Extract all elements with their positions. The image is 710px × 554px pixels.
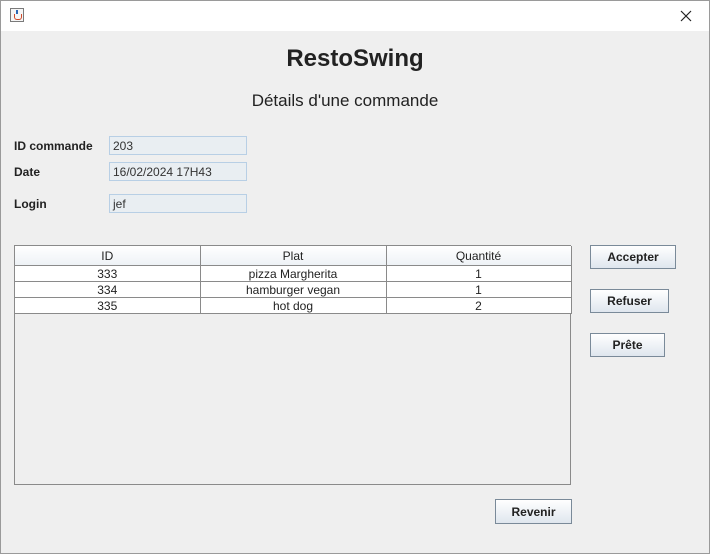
cell-id: 334 bbox=[15, 281, 201, 298]
table-row[interactable]: 333 pizza Margherita 1 bbox=[15, 265, 572, 282]
column-header-plat[interactable]: Plat bbox=[200, 246, 387, 266]
date-field[interactable]: 16/02/2024 17H43 bbox=[109, 162, 247, 181]
page-subtitle: Détails d'une commande bbox=[251, 91, 439, 110]
refuse-button[interactable]: Refuser bbox=[590, 289, 669, 313]
cell-plat: pizza Margherita bbox=[199, 265, 387, 282]
order-items-table[interactable]: ID Plat Quantité 333 pizza Margherita 1 … bbox=[14, 245, 572, 485]
date-label: Date bbox=[14, 165, 41, 179]
column-header-id[interactable]: ID bbox=[15, 246, 201, 266]
back-button[interactable]: Revenir bbox=[495, 499, 572, 524]
login-label: Login bbox=[14, 197, 47, 211]
app-title: RestoSwing bbox=[286, 45, 424, 72]
ready-button[interactable]: Prête bbox=[590, 333, 665, 357]
java-cup-icon bbox=[10, 8, 24, 22]
column-header-quantite[interactable]: Quantité bbox=[386, 246, 572, 266]
cell-plat: hamburger vegan bbox=[199, 281, 387, 298]
table-row[interactable]: 334 hamburger vegan 1 bbox=[15, 281, 572, 298]
cell-quantite: 1 bbox=[385, 265, 572, 282]
table-header-row: ID Plat Quantité bbox=[15, 246, 572, 266]
cell-id: 333 bbox=[15, 265, 201, 282]
title-bar bbox=[1, 1, 709, 31]
cell-id: 335 bbox=[15, 297, 201, 314]
table-row[interactable]: 335 hot dog 2 bbox=[15, 297, 572, 314]
accept-button[interactable]: Accepter bbox=[590, 245, 676, 269]
cell-plat: hot dog bbox=[199, 297, 387, 314]
cell-quantite: 2 bbox=[385, 297, 572, 314]
order-id-field[interactable]: 203 bbox=[109, 136, 247, 155]
cell-quantite: 1 bbox=[385, 281, 572, 298]
close-button[interactable] bbox=[663, 1, 709, 31]
order-id-label: ID commande bbox=[14, 139, 93, 153]
app-window: RestoSwing Détails d'une commande ID com… bbox=[0, 0, 710, 554]
login-field[interactable]: jef bbox=[109, 194, 247, 213]
close-icon bbox=[680, 10, 692, 22]
